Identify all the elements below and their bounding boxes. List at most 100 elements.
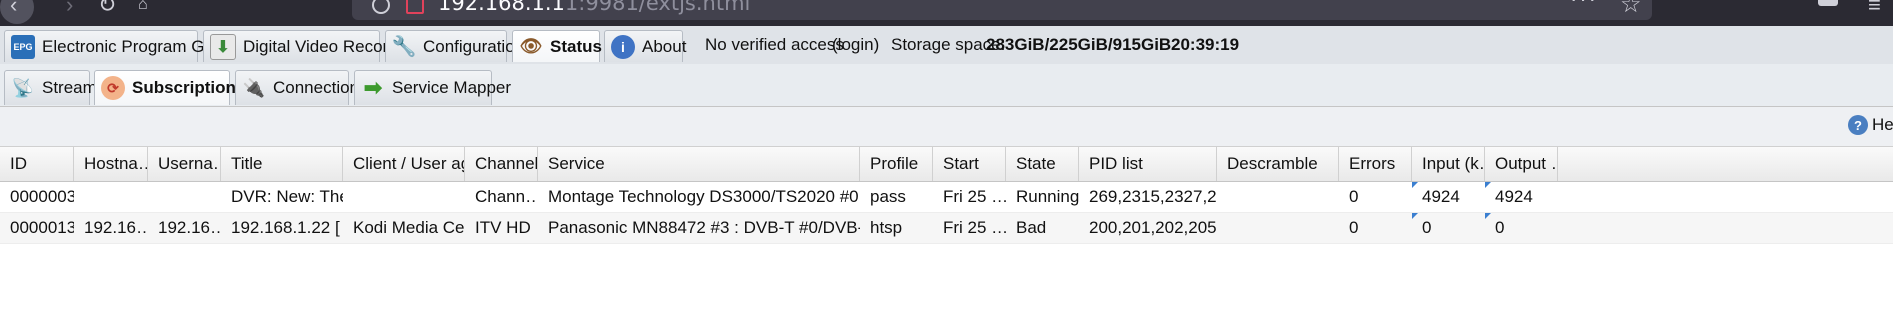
dirty-marker-icon: [1485, 182, 1491, 188]
browser-toolbar: ‹ › ↻ ⌂ 192.168.1.11:9981/extjs.html ···…: [0, 0, 1893, 26]
epg-icon: EPG: [11, 34, 35, 59]
insecure-lock-icon[interactable]: [406, 0, 424, 14]
cell-hostname: 192.16…: [84, 218, 148, 237]
info-icon: i: [611, 34, 635, 59]
home-icon[interactable]: ⌂: [138, 0, 148, 14]
access-status: No verified access: [705, 35, 844, 54]
login-link[interactable]: (login): [832, 26, 879, 64]
grid-toolbar: ? Help: [0, 107, 1893, 147]
tab-electronic-program-guide[interactable]: EPG Electronic Program Guide: [4, 30, 237, 62]
cell-username: 192.16…: [158, 218, 221, 237]
antenna-icon: 📡: [11, 77, 35, 98]
arrow-right-icon: ➡: [363, 75, 383, 100]
cell-descramble: [1217, 182, 1339, 212]
dirty-marker-icon: [1412, 213, 1418, 219]
table-row[interactable]: 00000136 192.16… 192.16… 192.168.1.22 [ …: [0, 213, 1893, 244]
table-row[interactable]: 00000036 DVR: New: The… Chann… Montage T…: [0, 182, 1893, 213]
eye-icon: 👁: [519, 36, 543, 56]
cell-input: 0: [1412, 213, 1485, 243]
cell-input-value: 0: [1422, 218, 1432, 237]
tab-label: Status: [550, 36, 602, 56]
cell-state: Bad: [1016, 218, 1047, 237]
cell-title: DVR: New: The…: [231, 187, 343, 206]
column-header-descramble[interactable]: Descramble: [1217, 147, 1339, 181]
tab-connections[interactable]: 🔌 Connections: [235, 70, 368, 105]
reload-icon[interactable]: ↻: [98, 0, 116, 18]
cell-service: Montage Technology DS3000/TS2020 #0 : DV…: [548, 187, 860, 206]
cell-service: Panasonic MN88472 #3 : DVB-T #0/DVB-T Ne…: [548, 218, 860, 237]
cell-errors: 0: [1349, 187, 1359, 206]
cell-state: Running: [1016, 187, 1079, 206]
cell-client: Kodi Media Ce…: [353, 218, 465, 237]
column-header-username[interactable]: Userna…: [148, 147, 221, 181]
tab-status[interactable]: 👁 Status: [512, 30, 602, 62]
cell-channel: Chann…: [475, 187, 538, 206]
cell-hostname: [74, 182, 148, 212]
column-header-output[interactable]: Output …: [1485, 147, 1558, 181]
column-header-service[interactable]: Service: [538, 147, 860, 181]
tab-stream[interactable]: 📡 Stream: [4, 70, 97, 105]
tab-label: Service Mapper: [392, 78, 512, 97]
column-header-title[interactable]: Title: [221, 147, 343, 181]
cell-client: [343, 182, 465, 212]
help-icon: ?: [1848, 115, 1868, 135]
column-header-errors[interactable]: Errors: [1339, 147, 1412, 181]
column-header-start[interactable]: Start: [933, 147, 1006, 181]
clock: 20:39:19: [1171, 35, 1240, 54]
column-header-state[interactable]: State: [1006, 147, 1079, 181]
column-header-input[interactable]: Input (k…: [1412, 147, 1485, 181]
connection-icon: 🔌: [242, 77, 266, 98]
subscription-icon: ⟳: [101, 76, 125, 100]
tab-label: Subscriptions: [132, 78, 246, 97]
tab-digital-video-recorder[interactable]: ⬇ Digital Video Recorder: [203, 30, 413, 62]
wrench-icon: 🔧: [391, 36, 417, 58]
cell-id: 00000136: [10, 218, 74, 237]
cell-output-value: 0: [1495, 218, 1505, 237]
download-icon: ⬇: [210, 33, 236, 60]
column-header-hostname[interactable]: Hostna…: [74, 147, 148, 181]
tab-label: Configuration: [423, 36, 525, 56]
cell-title: 192.168.1.22 [ |…: [231, 218, 343, 237]
cell-pid-list: 200,201,202,205,…: [1089, 218, 1217, 237]
cell-start: Fri 25 …: [943, 187, 1006, 206]
column-header-profile[interactable]: Profile: [860, 147, 933, 181]
cell-output: 4924: [1485, 182, 1558, 212]
cell-input: 4924: [1412, 182, 1485, 212]
cell-profile: pass: [870, 187, 906, 206]
cell-id: 00000036: [10, 187, 74, 206]
tab-label: Stream: [42, 78, 97, 97]
cell-output-value: 4924: [1495, 187, 1533, 206]
cell-input-value: 4924: [1422, 187, 1460, 206]
back-arrow-icon: ‹: [10, 0, 18, 17]
cell-errors: 0: [1349, 218, 1359, 237]
cell-channel: ITV HD: [475, 218, 531, 237]
cell-pid-list: 269,2315,2327,23…: [1089, 187, 1217, 206]
status-sub-tab-bar: 📡 Stream ⟳ Subscriptions 🔌 Connections ➡…: [0, 64, 1893, 107]
column-header-channel[interactable]: Channel: [465, 147, 538, 181]
column-header-client[interactable]: Client / User ag…: [343, 147, 465, 181]
forward-arrow-icon[interactable]: ›: [66, 0, 73, 18]
column-header-id[interactable]: ID: [0, 147, 74, 181]
grid-header: ID Hostna… Userna… Title Client / User a…: [0, 147, 1893, 182]
page-actions-icon[interactable]: ···: [1570, 0, 1598, 12]
cell-descramble: [1217, 213, 1339, 243]
main-tab-bar: EPG Electronic Program Guide ⬇ Digital V…: [0, 26, 1893, 65]
tab-configuration[interactable]: 🔧 Configuration: [385, 30, 524, 62]
url-text[interactable]: 192.168.1.11:9981/extjs.html: [438, 0, 750, 15]
help-button[interactable]: ? Help: [1848, 115, 1893, 135]
cell-start: Fri 25 …: [943, 218, 1006, 237]
storage-value: 283GiB/225GiB/915GiB: [986, 35, 1172, 54]
bookmark-star-icon[interactable]: ☆: [1620, 0, 1642, 19]
account-icon[interactable]: [1818, 0, 1838, 6]
tab-subscriptions[interactable]: ⟳ Subscriptions: [94, 70, 245, 105]
dirty-marker-icon: [1412, 182, 1418, 188]
menu-icon[interactable]: ≡: [1868, 0, 1881, 18]
dirty-marker-icon: [1485, 213, 1491, 219]
tab-about[interactable]: i About: [604, 30, 687, 62]
cell-profile: htsp: [870, 218, 903, 237]
tab-service-mapper[interactable]: ➡ Service Mapper: [354, 70, 511, 105]
column-header-pid-list[interactable]: PID list: [1079, 147, 1217, 181]
tab-label: About: [642, 36, 687, 56]
cell-output: 0: [1485, 213, 1558, 243]
cell-username: [148, 182, 221, 212]
